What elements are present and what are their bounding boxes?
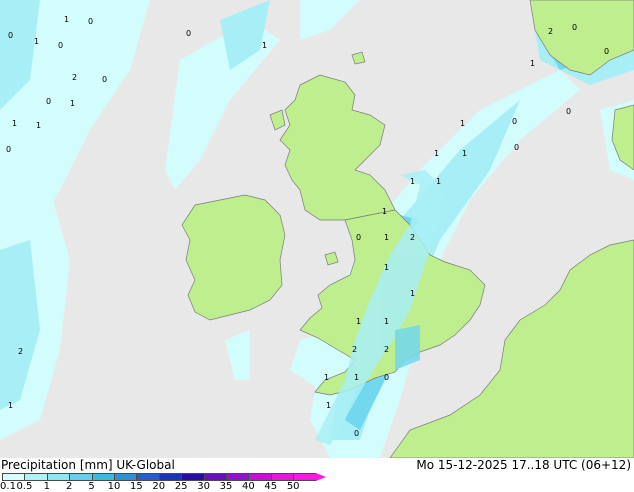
scale-tick: 1: [43, 481, 50, 492]
scale-swatch: [91, 473, 114, 481]
map-label: 1: [354, 373, 359, 382]
scale-tick: 2: [66, 481, 73, 492]
map-label: 1: [262, 41, 267, 50]
scale-swatch: [203, 473, 226, 481]
scale-tick: 20: [152, 481, 166, 492]
scale-swatch: [136, 473, 159, 481]
scale-swatch: [158, 473, 182, 481]
scale-tick: 30: [197, 481, 210, 492]
scale-tick: 10: [107, 481, 121, 492]
map-label: 1: [434, 149, 439, 158]
map-label: 1: [460, 119, 465, 128]
scale-swatch: [2, 473, 25, 481]
map-label: 1: [64, 15, 69, 24]
map-label: 1: [8, 401, 13, 410]
scale-tick: 25: [174, 481, 188, 492]
map-label: 1: [382, 207, 387, 216]
map-label: 2: [72, 73, 77, 82]
map-label: 1: [324, 373, 329, 382]
map-label: 2: [18, 347, 23, 356]
scale-swatch: [46, 473, 70, 481]
scale-tick: 0.1: [0, 481, 16, 492]
scale-swatch: [181, 473, 204, 481]
scale-swatch: [270, 473, 294, 481]
map-label: 0: [604, 47, 609, 56]
map-label: 0: [46, 97, 51, 106]
map-label: 1: [462, 149, 467, 158]
precipitation-map: 1 0 0 1 0 2 0 0 1 0 1 1 0 1 1 0 1 1 0 2 …: [0, 0, 634, 458]
map-label: 1: [70, 99, 75, 108]
legend-footer: Precipitation [mm] UK-Global Mo 15-12-20…: [0, 458, 634, 492]
scale-arrow: [315, 473, 326, 481]
map-label: 0: [88, 17, 93, 26]
scale-swatch: [24, 473, 47, 481]
map-label: 1: [436, 177, 441, 186]
map-label: 0: [58, 41, 63, 50]
map-label: 2: [384, 345, 389, 354]
scale-tick: 5: [88, 481, 95, 492]
map-label: 1: [384, 317, 389, 326]
scale-swatch: [226, 473, 249, 481]
map-label: 1: [12, 119, 17, 128]
map-title: Precipitation [mm] UK-Global: [1, 458, 175, 472]
map-label: 1: [36, 121, 41, 130]
map-label: 1: [326, 401, 331, 410]
map-label: 1: [530, 59, 535, 68]
map-label: 0: [8, 31, 13, 40]
map-label: 1: [410, 177, 415, 186]
scale-swatch: [248, 473, 271, 481]
scale-tick: 50: [286, 481, 300, 492]
scale-tick: 15: [130, 481, 143, 492]
map-label: 2: [410, 233, 415, 242]
map-label: 0: [186, 29, 191, 38]
scale-swatch: [293, 473, 316, 481]
map-label: 0: [566, 107, 571, 116]
scale-swatch: [114, 473, 137, 481]
map-label: 2: [548, 27, 553, 36]
scale-tick: 40: [242, 481, 255, 492]
forecast-timestamp: Mo 15-12-2025 17..18 UTC (06+12): [416, 458, 631, 472]
map-label: 1: [384, 263, 389, 272]
map-label: 1: [384, 233, 389, 242]
scale-tick: 35: [219, 481, 233, 492]
map-label: 1: [356, 317, 361, 326]
map-label: 1: [410, 289, 415, 298]
map-label: 0: [512, 117, 517, 126]
map-label: 0: [6, 145, 11, 154]
scale-tick: 0.5: [16, 481, 33, 492]
map-label: 0: [384, 373, 389, 382]
map-label: 2: [352, 345, 357, 354]
map-label: 0: [354, 429, 359, 438]
scale-tick: 45: [264, 481, 278, 492]
map-label: 1: [34, 37, 39, 46]
scale-swatch: [69, 473, 92, 481]
map-label: 0: [102, 75, 107, 84]
map-label: 0: [356, 233, 361, 242]
map-label: 0: [572, 23, 577, 32]
map-label: 0: [514, 143, 519, 152]
